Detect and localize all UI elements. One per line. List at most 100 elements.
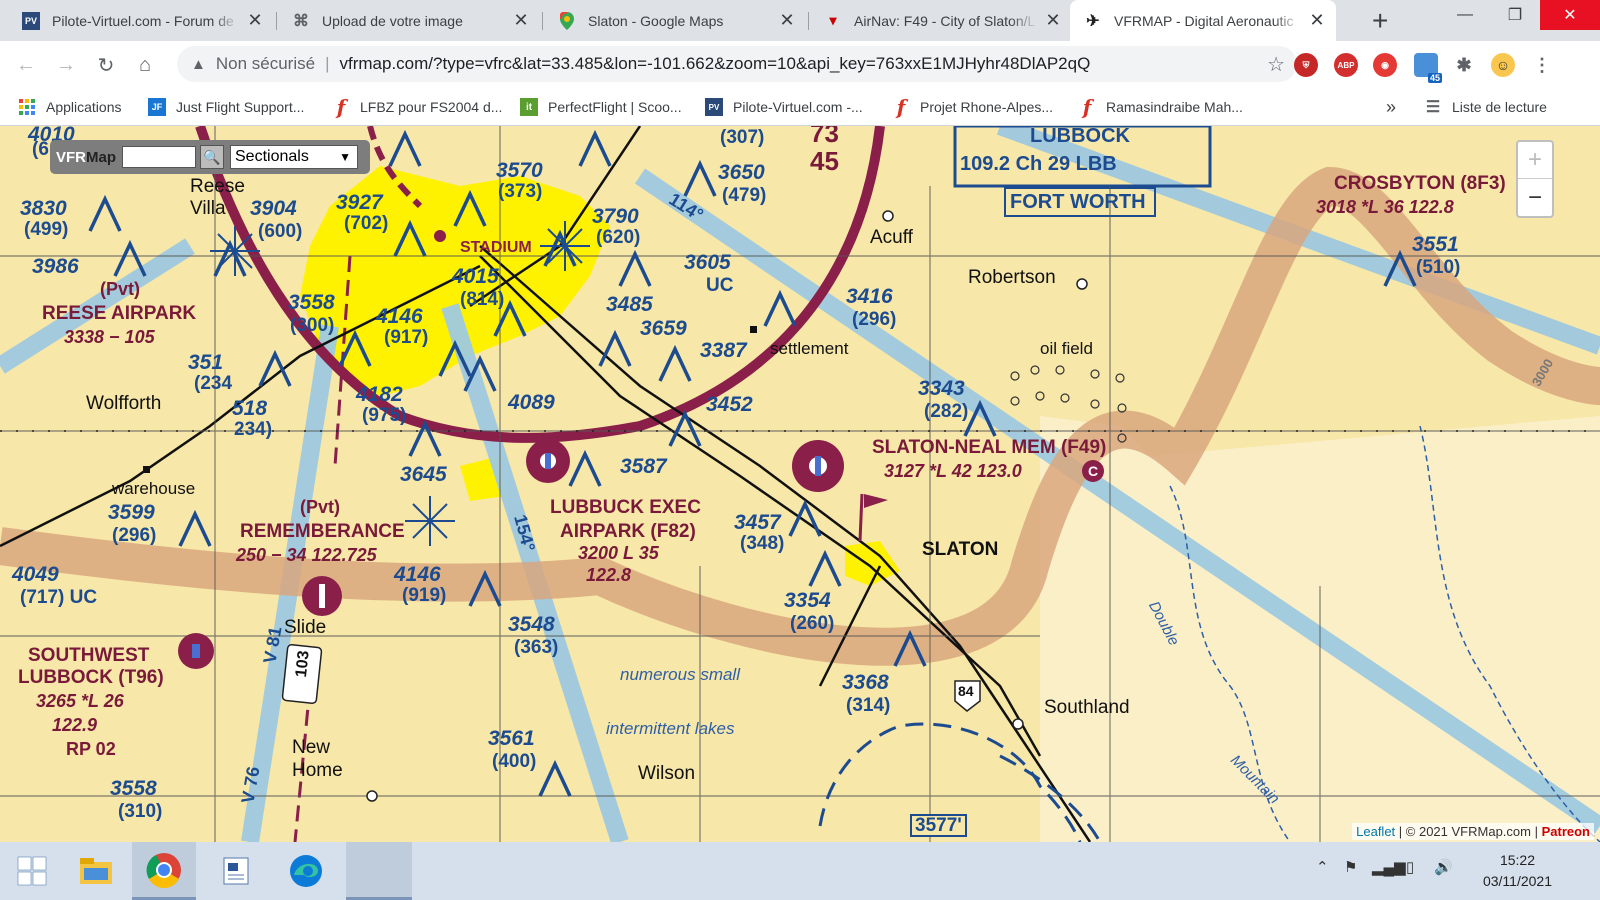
settlement-label: settlement: [770, 339, 849, 358]
close-window-icon[interactable]: ✕: [1540, 0, 1600, 30]
chart-type-select[interactable]: Sectionals ▼: [230, 145, 358, 169]
kebab-menu-icon[interactable]: ⋮: [1530, 53, 1554, 77]
clock-time: 15:22: [1499, 852, 1535, 868]
airport-info: 3018 *L 36 122.8: [1316, 197, 1454, 217]
airport-name-line2: AIRPARK (F82): [560, 521, 696, 542]
bookmark-ramasindraibe[interactable]: f Ramasindraibe Mah...: [1078, 88, 1243, 126]
active-window-thumbnail[interactable]: [346, 842, 412, 900]
security-status[interactable]: Non sécurisé: [216, 54, 315, 74]
airport-info: 250 − 34 122.725: [236, 545, 377, 565]
fort-worth-label: FORT WORTH: [1010, 191, 1146, 213]
bookmark-star-icon[interactable]: ☆: [1267, 52, 1285, 77]
town-name: Acuff: [870, 227, 913, 248]
warehouse-marker: [143, 466, 150, 473]
patreon-link[interactable]: Patreon: [1542, 824, 1590, 839]
close-tab-icon[interactable]: ✕: [1308, 10, 1326, 31]
profile-avatar-icon[interactable]: ☺: [1491, 53, 1515, 77]
zoom-in-button[interactable]: +: [1518, 142, 1552, 179]
reload-icon[interactable]: ↻: [92, 51, 120, 79]
more-bookmarks-button[interactable]: »: [1386, 88, 1396, 126]
network-icon[interactable]: ▂▄▆: [1372, 858, 1406, 876]
chart-type-value: Sectionals: [235, 148, 309, 165]
sector-number: 73: [810, 126, 839, 148]
elevation-label: 3387: [700, 339, 747, 362]
tab-upload[interactable]: ⌘ Upload de votre image ✕: [278, 0, 540, 41]
elevation-label: (919): [402, 585, 447, 606]
elevation-label: 3452: [706, 393, 753, 416]
airport-search-input[interactable]: [122, 146, 196, 168]
zoom-out-button[interactable]: −: [1518, 179, 1552, 216]
bookmark-lfbz[interactable]: f LFBZ pour FS2004 d...: [332, 88, 503, 126]
close-tab-icon[interactable]: ✕: [1044, 10, 1062, 31]
bookmark-projet-rhone[interactable]: f Projet Rhone-Alpes...: [892, 88, 1053, 126]
forward-arrow-icon[interactable]: →: [52, 51, 80, 79]
bookmark-perfectflight[interactable]: it PerfectFlight | Scoo...: [520, 88, 682, 126]
chrome-taskbar-icon[interactable]: [132, 842, 196, 900]
chevron-up-icon[interactable]: ⌃: [1316, 858, 1329, 876]
badge-extension-icon[interactable]: 45: [1414, 53, 1442, 83]
elevation-label: (234: [194, 373, 233, 394]
elevation-label: 3558: [288, 291, 335, 314]
home-icon[interactable]: ⌂: [131, 51, 159, 79]
elevation-label: (917): [384, 327, 429, 348]
tab-vfrmap[interactable]: ✈ VFRMAP - Digital Aeronautic ✕: [1070, 0, 1336, 41]
tab-pilote-virtuel[interactable]: PV Pilote-Virtuel.com - Forum de ✕: [8, 0, 274, 41]
runway-info: RP 02: [66, 739, 116, 759]
back-arrow-icon[interactable]: ←: [12, 51, 40, 79]
elevation-label: (300): [290, 315, 335, 336]
address-bar[interactable]: ▲ Non sécurisé | vfrmap.com/?type=vfrc&l…: [177, 46, 1297, 82]
flag-icon[interactable]: ⚑: [1344, 858, 1357, 876]
reading-list-button[interactable]: ☰ Liste de lecture: [1424, 88, 1547, 126]
elevation-label: (510): [1416, 257, 1461, 278]
url-text[interactable]: vfrmap.com/?type=vfrc&lat=33.485&lon=-10…: [340, 54, 1091, 74]
adblock-plus-icon[interactable]: ABP: [1334, 53, 1358, 77]
elevation-label: (282): [924, 401, 969, 422]
town-name: Robertson: [968, 267, 1056, 288]
elevation-label: (975): [362, 405, 407, 426]
close-tab-icon[interactable]: ✕: [512, 10, 530, 31]
apps-grid-icon: [18, 98, 36, 116]
system-clock[interactable]: 15:22 03/11/2021: [1483, 850, 1552, 892]
tab-google-maps[interactable]: Slaton - Google Maps ✕: [544, 0, 806, 41]
battery-icon[interactable]: ▯: [1406, 858, 1414, 876]
ublock-icon[interactable]: ◉: [1373, 53, 1397, 77]
restore-icon[interactable]: ❐: [1490, 0, 1540, 30]
search-icon[interactable]: 🔍: [200, 145, 224, 169]
vfr-sectional-map[interactable]: 4010 (6 (307) 73 45 LUBBOCK 109.2 Ch 29 …: [0, 126, 1600, 842]
minimize-icon[interactable]: —: [1440, 0, 1490, 30]
close-tab-icon[interactable]: ✕: [778, 10, 796, 31]
bookmark-just-flight[interactable]: JF Just Flight Support...: [148, 88, 304, 126]
town-name: Reese Villa: [190, 176, 245, 219]
town-name: Slide: [284, 617, 327, 638]
elevation-label: 3368: [842, 671, 889, 694]
tab-airnav[interactable]: ▾ AirNav: F49 - City of Slaton/L ✕: [810, 0, 1072, 41]
warning-triangle-icon[interactable]: ▲: [191, 56, 206, 73]
edge-browser-icon[interactable]: [274, 842, 338, 900]
town-name: Wolfforth: [86, 393, 162, 414]
tab-title: Pilote-Virtuel.com - Forum de: [52, 12, 234, 29]
document-app-icon[interactable]: [204, 842, 268, 900]
file-explorer-icon[interactable]: [64, 842, 128, 900]
airport-name: REESE AIRPARK: [42, 303, 197, 324]
bookmark-applications[interactable]: Applications: [18, 88, 122, 126]
elevation-label: (499): [24, 219, 69, 240]
elevation-label: 4146: [376, 305, 423, 328]
town-name: New Home: [292, 737, 343, 781]
highway-number: 103: [293, 649, 313, 679]
windows-start-icon[interactable]: [0, 842, 64, 900]
highway-number: 84: [958, 683, 974, 699]
bookmark-pilote-virtuel[interactable]: PV Pilote-Virtuel.com -...: [705, 88, 863, 126]
settlement-marker: [750, 326, 757, 333]
airport-name: LUBBUCK EXEC: [550, 497, 701, 518]
elevation-label: (307): [720, 127, 765, 148]
elevation-label: UC: [706, 275, 734, 296]
address-divider: |: [325, 54, 330, 73]
close-tab-icon[interactable]: ✕: [246, 10, 264, 31]
map-attribution: Leaflet | © 2021 VFRMap.com | Patreon: [1352, 823, 1594, 840]
shield-extension-icon[interactable]: ⛨: [1294, 53, 1318, 77]
vfrmap-logo: VFRMap: [56, 149, 116, 166]
leaflet-link[interactable]: Leaflet: [1356, 824, 1395, 839]
new-tab-button[interactable]: +: [1372, 5, 1388, 37]
volume-icon[interactable]: 🔊: [1434, 858, 1453, 876]
puzzle-extensions-icon[interactable]: ✱: [1452, 53, 1476, 77]
